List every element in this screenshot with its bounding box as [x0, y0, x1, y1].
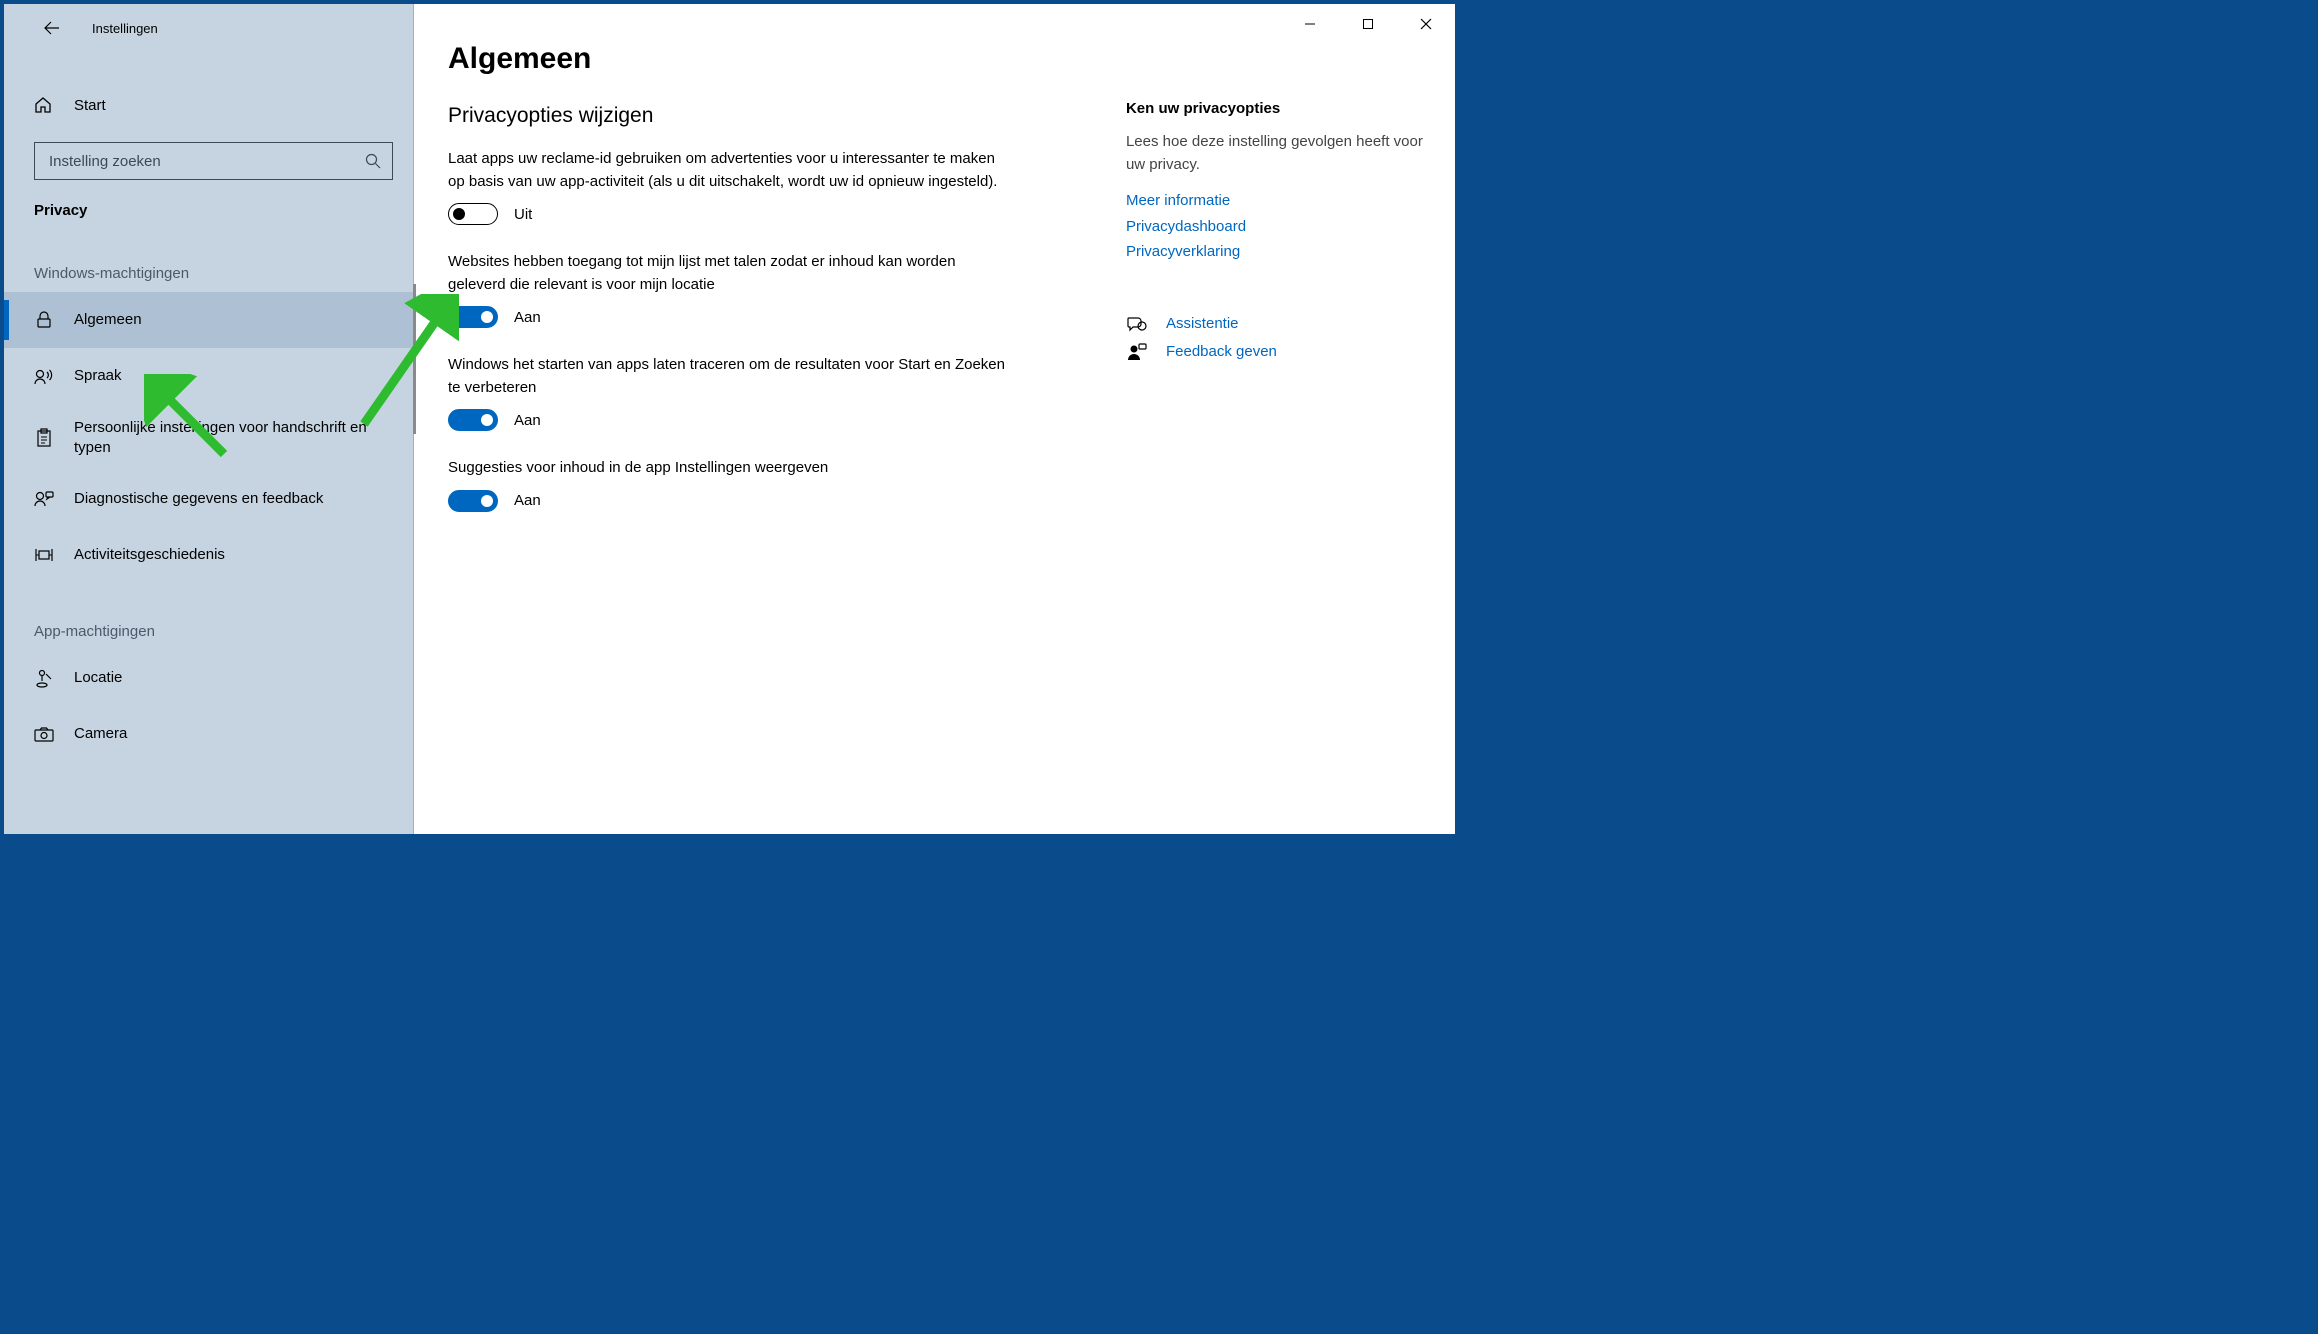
home-nav[interactable]: Start: [4, 82, 413, 128]
toggle-settings-suggestions[interactable]: [448, 490, 498, 512]
sidebar-item-label: Spraak: [74, 366, 122, 386]
maximize-button[interactable]: [1339, 4, 1397, 44]
toggle-row: Aan: [448, 306, 1076, 328]
sidebar-item-diagnostics[interactable]: Diagnostische gegevens en feedback: [4, 471, 413, 527]
activity-icon: [34, 545, 54, 565]
location-icon: [34, 668, 54, 688]
clipboard-icon: [34, 428, 54, 448]
toggle-state-label: Aan: [514, 412, 541, 429]
scrollbar[interactable]: [413, 284, 416, 434]
main-panel: Algemeen Privacyopties wijzigen Laat app…: [414, 4, 1455, 834]
toggle-app-launch-tracking[interactable]: [448, 409, 498, 431]
toggle-advertising-id[interactable]: [448, 203, 498, 225]
side-info-body: Lees hoe deze instelling gevolgen heeft …: [1126, 131, 1425, 176]
sidebar-item-label: Camera: [74, 724, 127, 744]
sidebar-item-label: Algemeen: [74, 310, 142, 330]
action-label: Assistentie: [1166, 315, 1239, 332]
home-icon: [34, 96, 54, 114]
toggle-state-label: Aan: [514, 309, 541, 326]
sidebar-item-label: Persoonlijke instellingen voor handschri…: [74, 418, 393, 457]
content-column: Algemeen Privacyopties wijzigen Laat app…: [448, 42, 1076, 804]
settings-window: Instellingen Start Privacy Windows-macht…: [4, 4, 1455, 834]
speech-icon: [34, 366, 54, 386]
minimize-button[interactable]: [1281, 4, 1339, 44]
toggle-row: Uit: [448, 203, 1076, 225]
link-more-info[interactable]: Meer informatie: [1126, 188, 1425, 214]
action-assist[interactable]: Assistentie: [1126, 315, 1425, 333]
sidebar-group-title: Windows-machtigingen: [4, 225, 413, 292]
feedback-person-icon: [1126, 343, 1148, 361]
option-description: Laat apps uw reclame-id gebruiken om adv…: [448, 148, 1008, 193]
toggle-website-language[interactable]: [448, 306, 498, 328]
toggle-state-label: Aan: [514, 492, 541, 509]
option-description: Windows het starten van apps laten trace…: [448, 354, 1008, 399]
sidebar-item-activity[interactable]: Activiteitsgeschiedenis: [4, 527, 413, 583]
window-controls: [1281, 4, 1455, 44]
side-info-title: Ken uw privacyopties: [1126, 100, 1425, 117]
toggle-state-label: Uit: [514, 206, 532, 223]
search-container: [34, 142, 393, 180]
toggle-row: Aan: [448, 490, 1076, 512]
link-privacy-statement[interactable]: Privacyverklaring: [1126, 239, 1425, 265]
sidebar-item-locatie[interactable]: Locatie: [4, 650, 413, 706]
sidebar-item-inking[interactable]: Persoonlijke instellingen voor handschri…: [4, 404, 413, 471]
action-feedback[interactable]: Feedback geven: [1126, 343, 1425, 361]
section-title: Privacyopties wijzigen: [448, 104, 1076, 128]
close-button[interactable]: [1397, 4, 1455, 44]
camera-icon: [34, 724, 54, 744]
page-title: Algemeen: [448, 42, 1076, 76]
sidebar-item-camera[interactable]: Camera: [4, 706, 413, 762]
lock-icon: [34, 310, 54, 330]
side-info-panel: Ken uw privacyopties Lees hoe deze inste…: [1126, 42, 1425, 804]
arrow-left-icon: [44, 20, 60, 36]
sidebar-category: Privacy: [4, 180, 413, 225]
title-bar: Instellingen: [4, 4, 413, 52]
search-input[interactable]: [34, 142, 393, 180]
sidebar-item-label: Diagnostische gegevens en feedback: [74, 489, 323, 509]
app-title: Instellingen: [92, 21, 158, 36]
action-label: Feedback geven: [1166, 343, 1277, 360]
sidebar-item-spraak[interactable]: Spraak: [4, 348, 413, 404]
sidebar-item-algemeen[interactable]: Algemeen: [4, 292, 413, 348]
toggle-row: Aan: [448, 409, 1076, 431]
help-icon: [1126, 315, 1148, 333]
sidebar-group-title: App-machtigingen: [4, 583, 413, 650]
sidebar-item-label: Locatie: [74, 668, 122, 688]
back-button[interactable]: [30, 6, 74, 50]
home-label: Start: [74, 97, 106, 114]
sidebar: Instellingen Start Privacy Windows-macht…: [4, 4, 414, 834]
feedback-icon: [34, 489, 54, 509]
option-description: Suggesties voor inhoud in de app Instell…: [448, 457, 1008, 480]
option-description: Websites hebben toegang tot mijn lijst m…: [448, 251, 1008, 296]
sidebar-item-label: Activiteitsgeschiedenis: [74, 545, 225, 565]
link-privacy-dashboard[interactable]: Privacydashboard: [1126, 214, 1425, 240]
